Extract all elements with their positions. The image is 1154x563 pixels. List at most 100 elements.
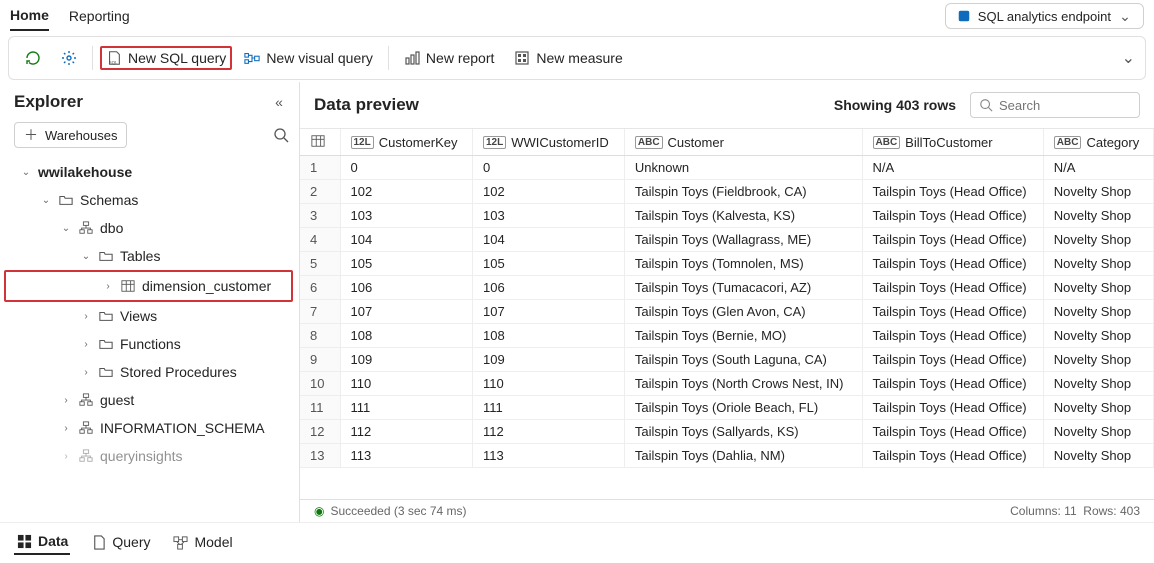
collapse-explorer-icon[interactable]: « — [271, 94, 287, 110]
cell: Tailspin Toys (Head Office) — [862, 180, 1043, 204]
col-header-customer[interactable]: ABC Customer — [624, 129, 862, 156]
new-visual-query-label: New visual query — [266, 50, 373, 66]
refresh-button[interactable] — [17, 46, 49, 70]
settings-button[interactable] — [53, 46, 85, 70]
data-preview-title: Data preview — [314, 95, 419, 115]
cell: Tailspin Toys (North Crows Nest, IN) — [624, 372, 862, 396]
table-row[interactable]: 13113113Tailspin Toys (Dahlia, NM)Tailsp… — [300, 444, 1154, 468]
cell: Novelty Shop — [1043, 228, 1153, 252]
type-badge: ABC — [635, 136, 663, 149]
showing-rows-label: Showing 403 rows — [834, 97, 956, 113]
cell: 107 — [472, 300, 624, 324]
table-row[interactable]: 8108108Tailspin Toys (Bernie, MO)Tailspi… — [300, 324, 1154, 348]
table-row[interactable]: 2102102Tailspin Toys (Fieldbrook, CA)Tai… — [300, 180, 1154, 204]
table-row[interactable]: 12112112Tailspin Toys (Sallyards, KS)Tai… — [300, 420, 1154, 444]
col-name: Category — [1086, 135, 1139, 150]
cell: Tailspin Toys (Bernie, MO) — [624, 324, 862, 348]
search-explorer-icon[interactable] — [273, 127, 289, 143]
chevron-right-icon: › — [80, 311, 92, 322]
success-icon: ◉ — [314, 504, 324, 518]
svg-text:SQL: SQL — [109, 60, 118, 65]
col-header-billtocustomer[interactable]: ABCBillToCustomer — [862, 129, 1043, 156]
add-warehouses-label: Warehouses — [45, 128, 118, 143]
search-box[interactable] — [970, 92, 1140, 118]
cell: 102 — [340, 180, 472, 204]
cell: Tailspin Toys (Head Office) — [862, 348, 1043, 372]
chevron-down-icon: ⌄ — [40, 195, 52, 206]
col-header-customerkey[interactable]: 12LCustomerKey — [340, 129, 472, 156]
cell: 104 — [472, 228, 624, 252]
cell: 102 — [472, 180, 624, 204]
report-icon — [404, 50, 420, 66]
cell: 108 — [472, 324, 624, 348]
new-measure-label: New measure — [536, 50, 622, 66]
search-input[interactable] — [999, 98, 1131, 113]
table-row[interactable]: 11111111Tailspin Toys (Oriole Beach, FL)… — [300, 396, 1154, 420]
bottom-tab-data[interactable]: Data — [14, 529, 70, 555]
cell: 106 — [472, 276, 624, 300]
row-number: 9 — [300, 348, 340, 372]
cell: 106 — [340, 276, 472, 300]
chevron-right-icon: › — [60, 423, 72, 434]
tree-node-tables[interactable]: ⌄ Tables — [4, 242, 293, 270]
model-icon — [172, 534, 188, 550]
table-row[interactable]: 4104104Tailspin Toys (Wallagrass, ME)Tai… — [300, 228, 1154, 252]
cell: Unknown — [624, 156, 862, 180]
tree-label: dimension_customer — [142, 278, 271, 294]
cell: Tailspin Toys (Kalvesta, KS) — [624, 204, 862, 228]
new-measure-button[interactable]: New measure — [506, 46, 630, 70]
bottom-tab-model[interactable]: Model — [170, 530, 234, 554]
cell: Tailspin Toys (South Laguna, CA) — [624, 348, 862, 372]
cell: Tailspin Toys (Head Office) — [862, 228, 1043, 252]
new-report-button[interactable]: New report — [396, 46, 502, 70]
folder-icon — [98, 336, 114, 352]
col-header-category[interactable]: ABCCategory — [1043, 129, 1153, 156]
new-sql-query-button[interactable]: SQL New SQL query — [100, 46, 232, 70]
tree-node-information-schema[interactable]: › INFORMATION_SCHEMA — [4, 414, 293, 442]
cell: Novelty Shop — [1043, 420, 1153, 444]
tree-node-queryinsights[interactable]: › queryinsights — [4, 442, 293, 470]
toolbar-more-button[interactable]: ⌄ — [1122, 48, 1135, 68]
cell: 112 — [472, 420, 624, 444]
endpoint-dropdown[interactable]: SQL analytics endpoint ⌄ — [945, 3, 1144, 29]
tree-node-views[interactable]: › Views — [4, 302, 293, 330]
table-row[interactable]: 5105105Tailspin Toys (Tomnolen, MS)Tails… — [300, 252, 1154, 276]
tree-node-wwilakehouse[interactable]: ⌄ wwilakehouse — [4, 158, 293, 186]
table-row[interactable]: 3103103Tailspin Toys (Kalvesta, KS)Tails… — [300, 204, 1154, 228]
tab-home[interactable]: Home — [10, 1, 49, 31]
add-warehouses-button[interactable]: ＋ Warehouses — [14, 122, 127, 148]
row-number: 4 — [300, 228, 340, 252]
col-name: WWICustomerID — [511, 135, 609, 150]
tree-node-stored-procedures[interactable]: › Stored Procedures — [4, 358, 293, 386]
tree-node-functions[interactable]: › Functions — [4, 330, 293, 358]
table-row[interactable]: 100UnknownN/AN/A — [300, 156, 1154, 180]
table-row[interactable]: 6106106Tailspin Toys (Tumacacori, AZ)Tai… — [300, 276, 1154, 300]
chevron-down-icon: ⌄ — [20, 167, 32, 178]
bottom-tab-query[interactable]: Query — [88, 530, 152, 554]
table-row[interactable]: 9109109Tailspin Toys (South Laguna, CA)T… — [300, 348, 1154, 372]
explorer-panel: Explorer « ＋ Warehouses ⌄ wwilakehouse ⌄ — [0, 82, 300, 522]
table-row[interactable]: 7107107Tailspin Toys (Glen Avon, CA)Tail… — [300, 300, 1154, 324]
endpoint-label: SQL analytics endpoint — [978, 9, 1111, 24]
search-icon — [979, 97, 993, 113]
cell: 109 — [340, 348, 472, 372]
schema-icon — [78, 220, 94, 236]
cell: 103 — [472, 204, 624, 228]
chevron-down-icon: ⌄ — [1117, 8, 1133, 24]
plus-icon: ＋ — [23, 127, 39, 143]
row-number: 13 — [300, 444, 340, 468]
grid-corner[interactable] — [300, 129, 340, 156]
tree-node-guest[interactable]: › guest — [4, 386, 293, 414]
cell: Novelty Shop — [1043, 348, 1153, 372]
tree-node-dimension-customer[interactable]: › dimension_customer — [6, 272, 291, 300]
tab-reporting[interactable]: Reporting — [69, 2, 130, 30]
cell: 105 — [340, 252, 472, 276]
cell: 104 — [340, 228, 472, 252]
new-visual-query-button[interactable]: New visual query — [236, 46, 381, 70]
tree-node-schemas[interactable]: ⌄ Schemas — [4, 186, 293, 214]
col-header-wwicustomerid[interactable]: 12LWWICustomerID — [472, 129, 624, 156]
table-row[interactable]: 10110110Tailspin Toys (North Crows Nest,… — [300, 372, 1154, 396]
tree-node-dbo[interactable]: ⌄ dbo — [4, 214, 293, 242]
col-name: Customer — [668, 135, 724, 150]
cell: 110 — [340, 372, 472, 396]
